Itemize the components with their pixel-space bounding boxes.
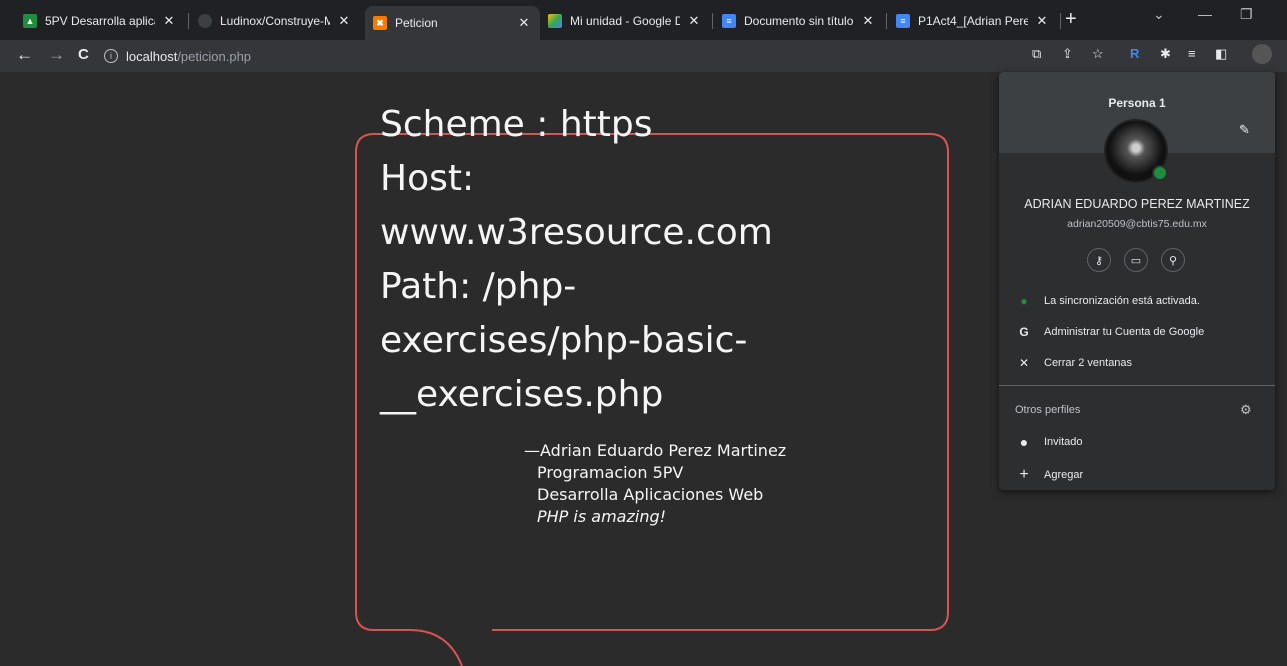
sync-icon: ● xyxy=(1020,294,1028,308)
add-profile-item[interactable]: + Agregar xyxy=(999,463,1275,487)
profile-menu: Persona 1 ✎ ADRIAN EDUARDO PEREZ MARTINE… xyxy=(999,72,1275,490)
plus-icon: + xyxy=(1019,466,1029,483)
profile-full-name: ADRIAN EDUARDO PEREZ MARTINEZ xyxy=(1024,197,1250,211)
quote-line: Path: /php- xyxy=(380,266,577,307)
menu-item-label: Cerrar 2 ventanas xyxy=(1044,357,1133,369)
google-icon: G xyxy=(1019,325,1029,339)
guest-profile-item[interactable]: ● Invitado xyxy=(999,430,1275,454)
divider xyxy=(999,385,1275,386)
menu-item-label: Agregar xyxy=(1044,469,1084,481)
edit-icon[interactable]: ✎ xyxy=(1239,122,1250,138)
location-icon[interactable]: ⚲ xyxy=(1161,248,1185,272)
signature-tagline: PHP is amazing! xyxy=(537,507,667,526)
key-icon[interactable]: ⚷ xyxy=(1087,248,1111,272)
signature-subject: Desarrolla Aplicaciones Web xyxy=(537,485,764,504)
quote-line: Scheme : https xyxy=(380,104,653,145)
sync-status-item[interactable]: ● La sincronización está activada. xyxy=(999,289,1275,313)
manage-account-item[interactable]: G Administrar tu Cuenta de Google xyxy=(999,320,1275,344)
quote-text: Scheme : https Host: www.w3resource.com … xyxy=(380,98,940,422)
other-profiles-label: Otros perfiles xyxy=(1015,404,1081,416)
profile-title: Persona 1 xyxy=(1108,96,1166,110)
signature-course: Programacion 5PV xyxy=(537,463,684,482)
close-windows-item[interactable]: ✕ Cerrar 2 ventanas xyxy=(999,351,1275,375)
quote-line: exercises/php-basic- xyxy=(380,320,748,361)
signature: —Adrian Eduardo Perez Martinez Programac… xyxy=(524,440,786,528)
menu-item-label: La sincronización está activada. xyxy=(1044,295,1200,307)
payment-icon[interactable]: ▭ xyxy=(1124,248,1148,272)
quote-line: __exercises.php xyxy=(380,374,664,415)
sync-badge-icon xyxy=(1152,165,1168,181)
close-icon: ✕ xyxy=(1018,356,1030,370)
signature-author: —Adrian Eduardo Perez Martinez xyxy=(524,441,787,460)
menu-item-label: Administrar tu Cuenta de Google xyxy=(1044,326,1205,338)
person-icon: ● xyxy=(1019,434,1029,450)
menu-item-label: Invitado xyxy=(1044,436,1083,448)
gear-icon[interactable]: ⚙ xyxy=(1240,402,1252,418)
quote-line: Host: xyxy=(380,158,475,199)
quote-line: www.w3resource.com xyxy=(380,212,773,253)
profile-email: adrian20509@cbtis75.edu.mx xyxy=(1067,218,1207,230)
